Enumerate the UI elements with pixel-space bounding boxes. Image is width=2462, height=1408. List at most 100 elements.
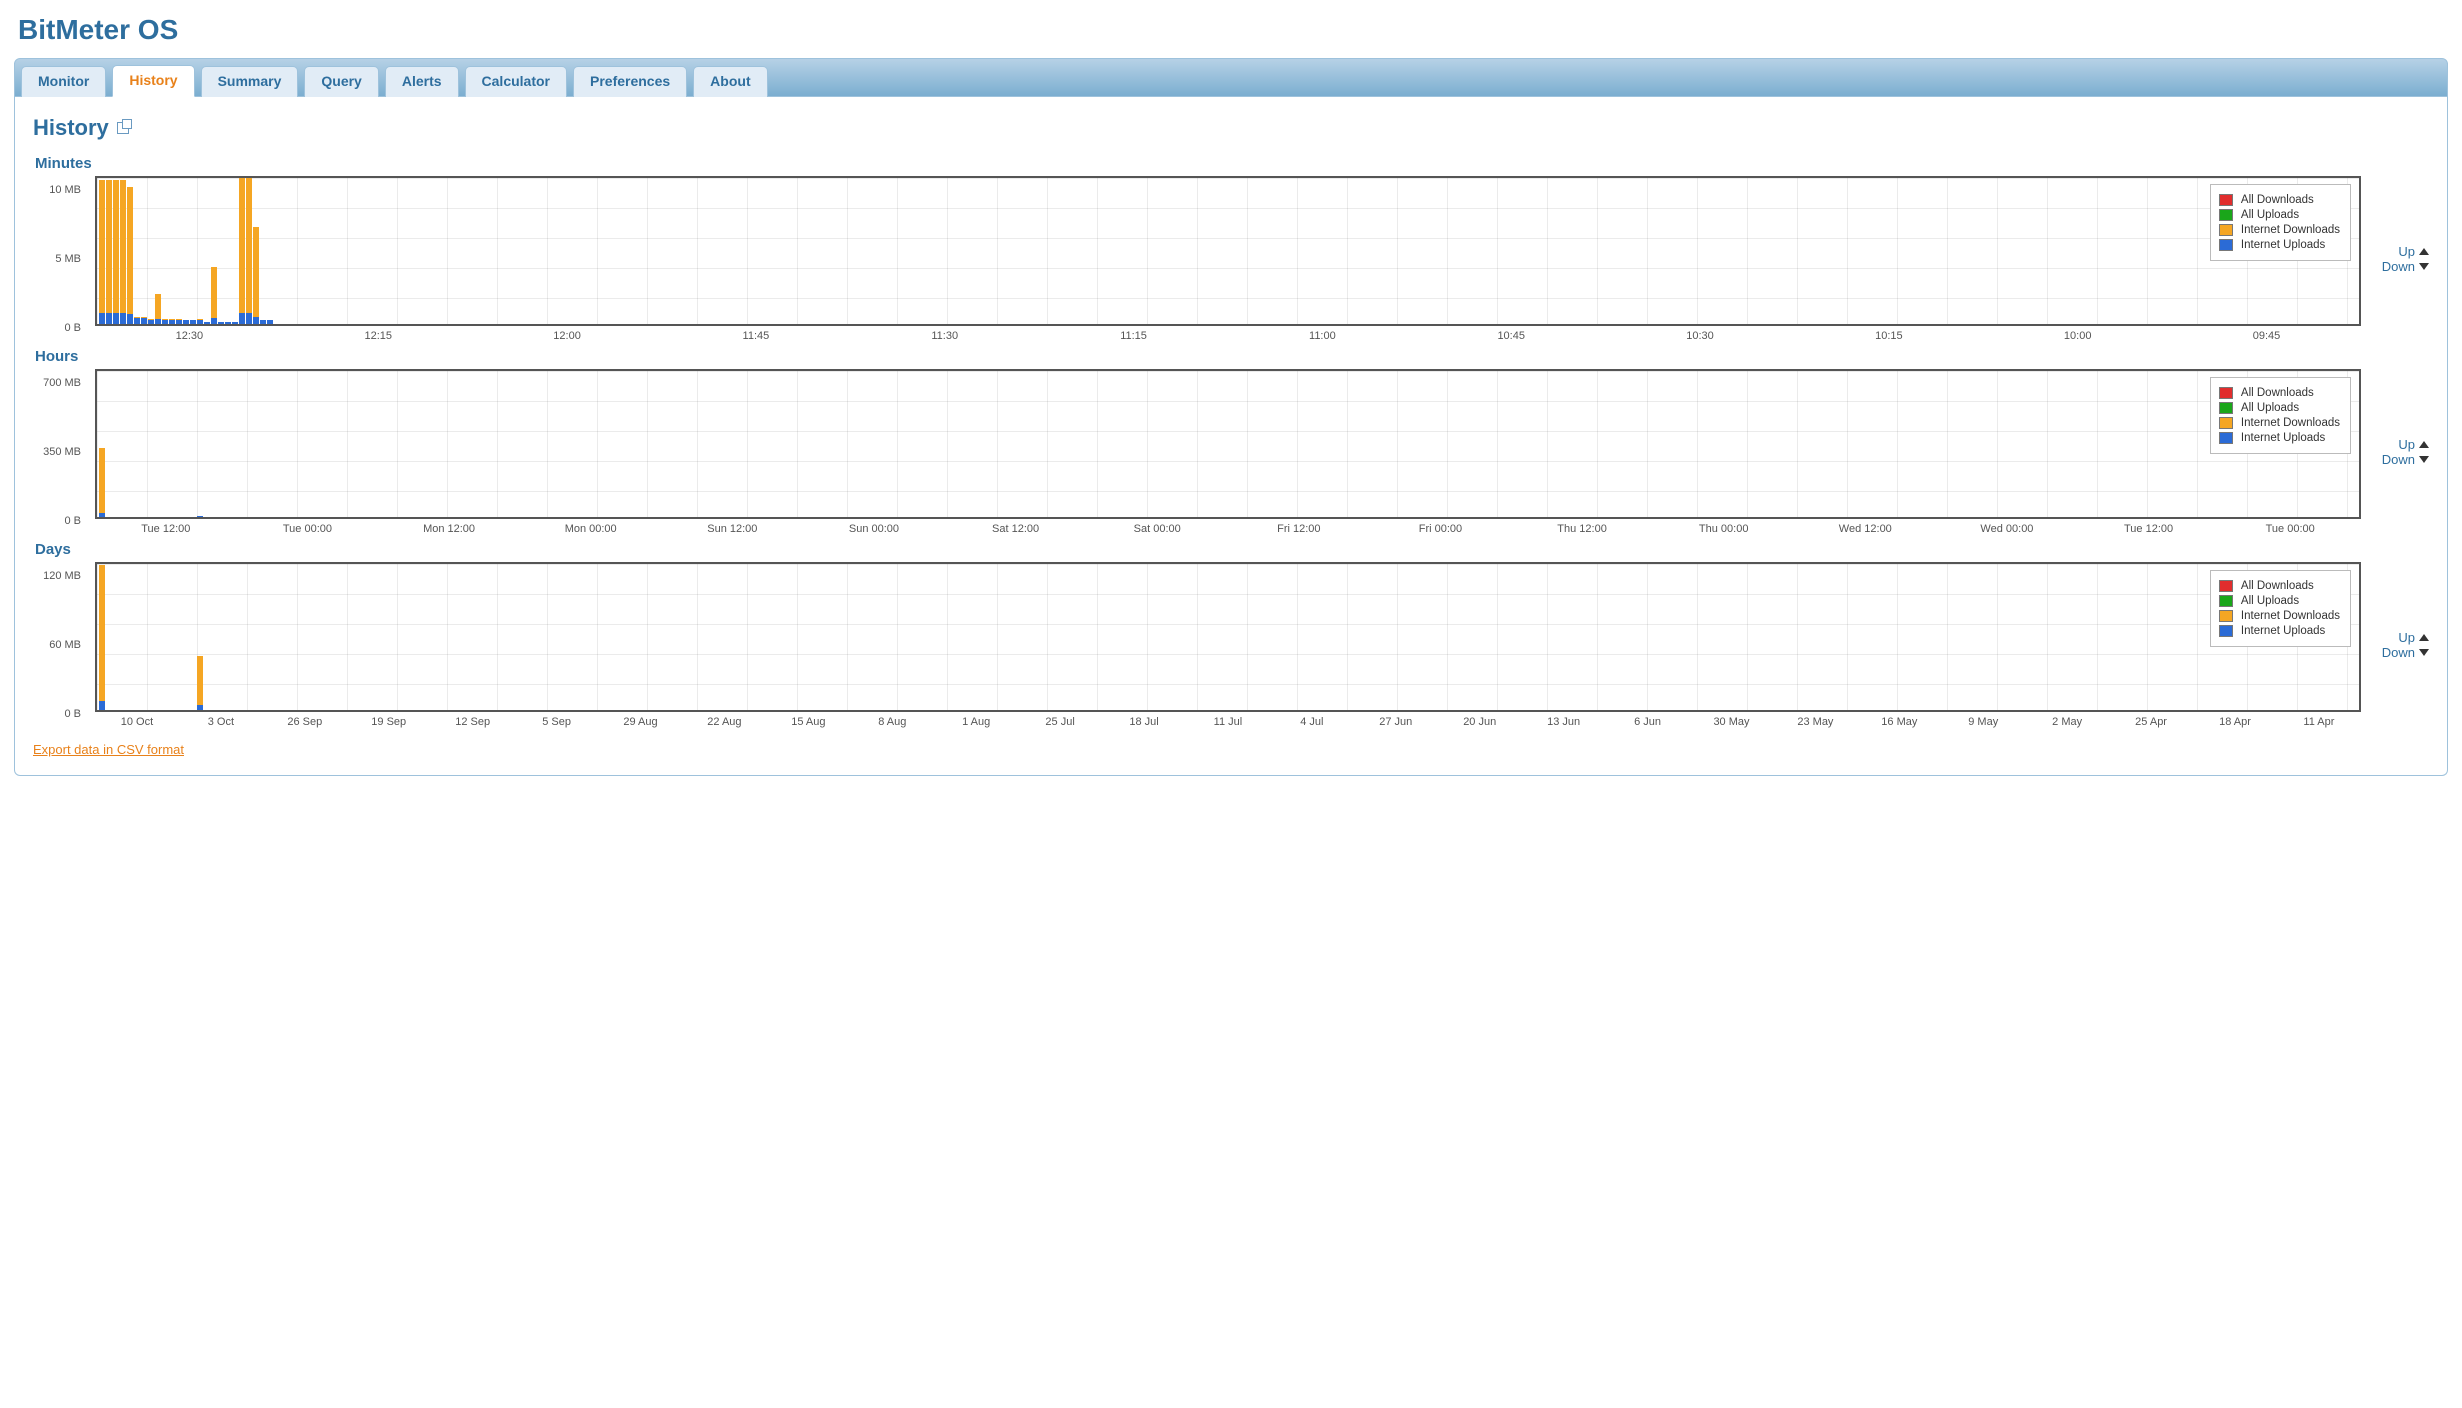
x-tick: Tue 12:00 [2078,523,2220,535]
x-tick: 18 Jul [1102,716,1186,728]
x-tick: 9 May [1941,716,2025,728]
x-tick: 10:00 [1983,330,2172,342]
legend-item: Internet Downloads [2219,224,2340,236]
popout-icon[interactable] [117,122,129,134]
x-tick: Fri 00:00 [1370,523,1512,535]
x-tick: 5 Sep [515,716,599,728]
x-tick: Wed 12:00 [1795,523,1937,535]
x-tick: 12:15 [284,330,473,342]
legend-item: All Downloads [2219,194,2340,206]
y-tick: 0 B [64,322,81,334]
legend: All DownloadsAll UploadsInternet Downloa… [2210,184,2351,261]
tab-monitor[interactable]: Monitor [21,66,106,97]
bar [155,294,161,324]
legend-label: All Downloads [2241,194,2314,206]
tab-query[interactable]: Query [304,66,378,97]
y-tick: 0 B [64,515,81,527]
x-tick: 20 Jun [1438,716,1522,728]
x-tick: 10:15 [1794,330,1983,342]
legend-item: All Downloads [2219,387,2340,399]
bar [99,448,105,517]
x-tick: Mon 12:00 [378,523,520,535]
x-tick: 8 Aug [850,716,934,728]
y-tick: 120 MB [43,570,81,582]
x-tick: Tue 00:00 [2219,523,2361,535]
swatch-icon [2219,224,2233,236]
bar [204,322,210,325]
x-tick: 3 Oct [179,716,263,728]
export-csv-link[interactable]: Export data in CSV format [33,742,184,757]
swatch-icon [2219,432,2233,444]
tab-about[interactable]: About [693,66,767,97]
bar [141,317,147,324]
x-tick: 22 Aug [682,716,766,728]
bar [148,319,154,324]
tab-calculator[interactable]: Calculator [465,66,567,97]
bar [253,227,259,325]
nav-up-button[interactable]: Up [2371,244,2429,259]
x-tick: 25 Apr [2109,716,2193,728]
x-tick: 1 Aug [934,716,1018,728]
chart-nav: UpDown [2371,244,2429,274]
nav-up-button[interactable]: Up [2371,630,2429,645]
bar [197,516,203,517]
x-tick: 26 Sep [263,716,347,728]
x-tick: 23 May [1773,716,1857,728]
bar [225,322,231,325]
swatch-icon [2219,610,2233,622]
tab-alerts[interactable]: Alerts [385,66,459,97]
legend-label: Internet Downloads [2241,610,2340,622]
swatch-icon [2219,209,2233,221]
bar [99,180,105,324]
tab-strip: MonitorHistorySummaryQueryAlertsCalculat… [14,58,2448,97]
arrow-up-icon [2419,634,2429,641]
legend-label: All Uploads [2241,595,2299,607]
nav-down-button[interactable]: Down [2371,452,2429,467]
x-tick: Sat 12:00 [945,523,1087,535]
x-tick: Thu 00:00 [1653,523,1795,535]
section-title-days: Days [35,541,2429,558]
swatch-icon [2219,625,2233,637]
y-tick: 350 MB [43,446,81,458]
bar [120,180,126,324]
x-tick: 13 Jun [1522,716,1606,728]
x-tick: Tue 12:00 [95,523,237,535]
x-tick: Thu 12:00 [1511,523,1653,535]
bar [127,187,133,325]
nav-down-button[interactable]: Down [2371,259,2429,274]
legend-item: Internet Uploads [2219,625,2340,637]
legend-item: All Downloads [2219,580,2340,592]
x-tick: 11:30 [850,330,1039,342]
chart-nav: UpDown [2371,630,2429,660]
tab-summary[interactable]: Summary [201,66,299,97]
section-title-minutes: Minutes [35,155,2429,172]
bar [211,267,217,325]
x-axis: Tue 12:00Tue 00:00Mon 12:00Mon 00:00Sun … [95,519,2361,535]
arrow-down-icon [2419,456,2429,463]
y-axis: 10 MB5 MB0 B [33,184,85,334]
legend: All Downloads All Uploads Internet Downloa… [2210,570,2351,647]
swatch-icon [2219,239,2233,251]
nav-down-button[interactable]: Down [2371,645,2429,660]
tab-preferences[interactable]: Preferences [573,66,687,97]
x-tick: 2 May [2025,716,2109,728]
section-title-hours: Hours [35,348,2429,365]
arrow-up-icon [2419,441,2429,448]
swatch-icon [2219,402,2233,414]
legend: All DownloadsAll UploadsInternet Downloa… [2210,377,2351,454]
x-tick: Sun 00:00 [803,523,945,535]
nav-up-button[interactable]: Up [2371,437,2429,452]
swatch-icon [2219,595,2233,607]
legend-item: Internet Uploads [2219,239,2340,251]
bar [113,180,119,324]
y-tick: 5 MB [55,253,81,265]
x-tick: 09:45 [2172,330,2361,342]
legend-item: Internet Uploads [2219,432,2340,444]
arrow-down-icon [2419,263,2429,270]
x-tick: 18 Apr [2193,716,2277,728]
swatch-icon [2219,580,2233,592]
legend-item: Internet Downloads [2219,610,2340,622]
bar [197,319,203,324]
tab-history[interactable]: History [112,65,194,97]
chart-minutes: All DownloadsAll UploadsInternet Downloa… [95,176,2361,326]
